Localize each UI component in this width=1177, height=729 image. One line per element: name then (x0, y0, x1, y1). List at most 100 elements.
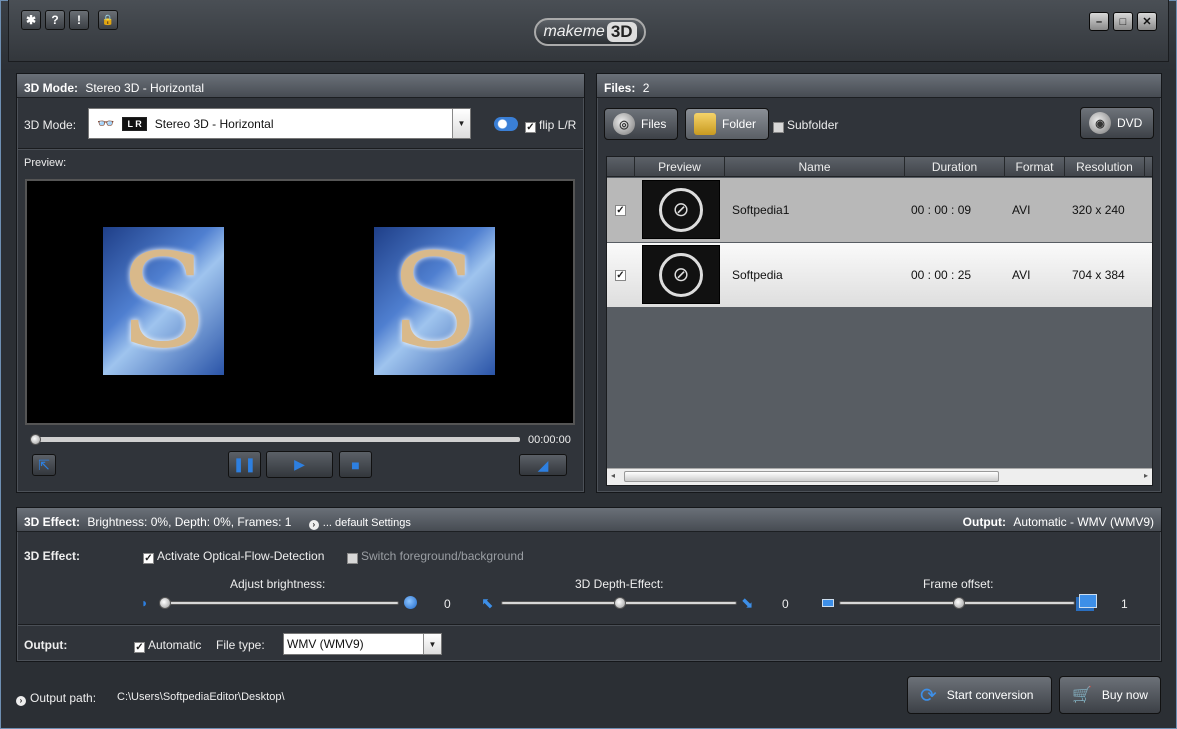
row-resolution: 320 x 240 (1072, 203, 1125, 217)
header-check (607, 157, 635, 177)
row-name: Softpedia1 (732, 203, 790, 217)
table-row[interactable]: ✓ ⊘ Softpedia 00 : 00 : 25 AVI 704 x 384 (607, 243, 1152, 307)
table-row[interactable]: ✓ ⊘ Softpedia1 00 : 00 : 09 AVI 320 x 24… (607, 178, 1152, 242)
automatic-label: Automatic (148, 638, 202, 652)
app-logo: makeme 3D (534, 18, 646, 46)
minimize-button[interactable]: – (1089, 12, 1109, 31)
filetype-label: File type: (216, 638, 265, 652)
frame-knob[interactable] (953, 597, 965, 609)
scroll-thumb[interactable] (624, 471, 999, 482)
optical-flow-checkbox[interactable]: ✓ Activate Optical-Flow-Detection (143, 549, 324, 564)
filetype-value: WMV (WMV9) (287, 637, 364, 651)
depth-back-icon: ⬉ (481, 595, 494, 612)
frame-label: Frame offset: (923, 577, 994, 591)
table-header: Preview Name Duration Format Resolution (607, 157, 1152, 177)
subfolder-checkbox[interactable]: ✓Subfolder (773, 118, 838, 133)
thumbnail: ⊘ (642, 180, 720, 239)
col-resolution[interactable]: Resolution (1065, 157, 1145, 177)
brightness-knob[interactable] (159, 597, 171, 609)
switch-fg-checkbox[interactable]: ✓Switch foreground/background (347, 549, 524, 564)
volume-icon[interactable]: ◢ (519, 454, 567, 476)
flip-toggle-icon[interactable] (494, 117, 518, 131)
start-conversion-button[interactable]: ⟳ Start conversion (907, 676, 1052, 714)
frame-value: 1 (1121, 597, 1128, 611)
scroll-right-icon[interactable]: ▸ (1144, 471, 1148, 480)
info-icon[interactable]: ! (69, 10, 89, 30)
dvd-button[interactable]: ◉ DVD (1080, 107, 1154, 139)
optical-flow-label: Activate Optical-Flow-Detection (157, 549, 325, 563)
row-duration: 00 : 00 : 25 (911, 268, 972, 282)
disc-icon: ◉ (1089, 112, 1111, 134)
time-display: 00:00:00 (528, 434, 571, 446)
row-duration: 00 : 00 : 09 (911, 203, 972, 217)
folder-button[interactable]: Folder (685, 108, 769, 140)
files-count: 2 (642, 81, 650, 95)
folder-button-label: Folder (722, 117, 757, 131)
output-summary-label: Output: (962, 515, 1006, 529)
depth-value: 0 (782, 597, 789, 611)
switch-fg-label: Switch foreground/background (361, 549, 524, 563)
start-conversion-label: Start conversion (946, 688, 1034, 702)
buy-now-button[interactable]: 🛒 Buy now (1059, 676, 1161, 714)
divider (18, 148, 583, 149)
lock-icon[interactable]: 🔒 (98, 10, 118, 30)
row-checkbox[interactable]: ✓ (615, 269, 626, 281)
mode-label: 3D Mode: (24, 118, 77, 132)
seek-slider[interactable] (34, 437, 520, 442)
output-summary-value: Automatic - WMV (WMV9) (1013, 515, 1154, 529)
preview-label: Preview: (24, 157, 67, 169)
gear-icon[interactable]: ✱ (21, 10, 41, 30)
brightness-low-icon: ◗ (141, 596, 149, 610)
output-path-toggle[interactable]: › Output path: (16, 691, 96, 706)
maximize-button[interactable]: □ (1113, 12, 1133, 31)
flip-checkbox[interactable]: ✓ flip L/R (525, 118, 576, 133)
depth-knob[interactable] (614, 597, 626, 609)
seek-knob[interactable] (30, 434, 41, 445)
pause-button[interactable]: ❚❚ (228, 451, 261, 478)
files-panel-header: Files: 2 (597, 74, 1161, 98)
optical-flow-check-icon: ✓ (143, 553, 154, 564)
mode-panel-header: 3D Mode: Stereo 3D - Horizontal (17, 74, 584, 98)
automatic-checkbox[interactable]: ✓ Automatic (134, 638, 201, 653)
play-button[interactable]: ▶ (266, 451, 333, 478)
mode-select[interactable]: 👓 L R Stereo 3D - Horizontal ▼ (88, 108, 471, 139)
help-icon[interactable]: ? (45, 10, 65, 30)
film-reel-icon: ◎ (613, 113, 635, 135)
effect-header-label: 3D Effect: (24, 515, 81, 529)
subfolder-label: Subfolder (787, 118, 839, 132)
automatic-check-icon: ✓ (134, 642, 145, 653)
col-duration[interactable]: Duration (905, 157, 1005, 177)
scroll-left-icon[interactable]: ◂ (611, 471, 615, 480)
col-preview[interactable]: Preview (635, 157, 725, 177)
col-format[interactable]: Format (1005, 157, 1065, 177)
flip-check-icon: ✓ (525, 122, 536, 133)
files-button[interactable]: ◎ Files (604, 108, 678, 140)
row-checkbox[interactable]: ✓ (615, 204, 626, 216)
mode-select-value: Stereo 3D - Horizontal (154, 116, 274, 131)
default-settings-link[interactable]: ›... default Settings (308, 517, 411, 530)
subfolder-check-icon: ✓ (773, 122, 784, 133)
stop-button[interactable]: ■ (339, 451, 372, 478)
chevron-down-icon: ▼ (452, 109, 470, 138)
preview-left-frame: S (103, 225, 224, 377)
video-preview: S S (25, 179, 575, 425)
row-format: AVI (1012, 268, 1031, 282)
filetype-select[interactable]: WMV (WMV9) ▼ (283, 633, 442, 655)
mode-header-value: Stereo 3D - Horizontal (85, 81, 205, 95)
row-name: Softpedia (732, 268, 783, 282)
left-frame-icon[interactable]: ⇱ (32, 454, 56, 476)
close-button[interactable]: ✕ (1137, 12, 1157, 31)
horizontal-scrollbar[interactable]: ◂ ▸ (607, 468, 1152, 485)
brightness-slider[interactable] (163, 601, 399, 605)
brightness-label: Adjust brightness: (230, 577, 326, 591)
col-name[interactable]: Name (725, 157, 905, 177)
effect-label: 3D Effect: (24, 549, 81, 563)
default-settings-label: ... default Settings (322, 517, 411, 529)
row-resolution: 704 x 384 (1072, 268, 1125, 282)
row-format: AVI (1012, 203, 1031, 217)
logo-badge: 3D (606, 22, 637, 42)
switch-fg-check-icon: ✓ (347, 553, 358, 564)
arrow-right-icon: › (16, 696, 26, 706)
preview-letter-left: S (118, 225, 209, 377)
output-label: Output: (24, 638, 68, 652)
